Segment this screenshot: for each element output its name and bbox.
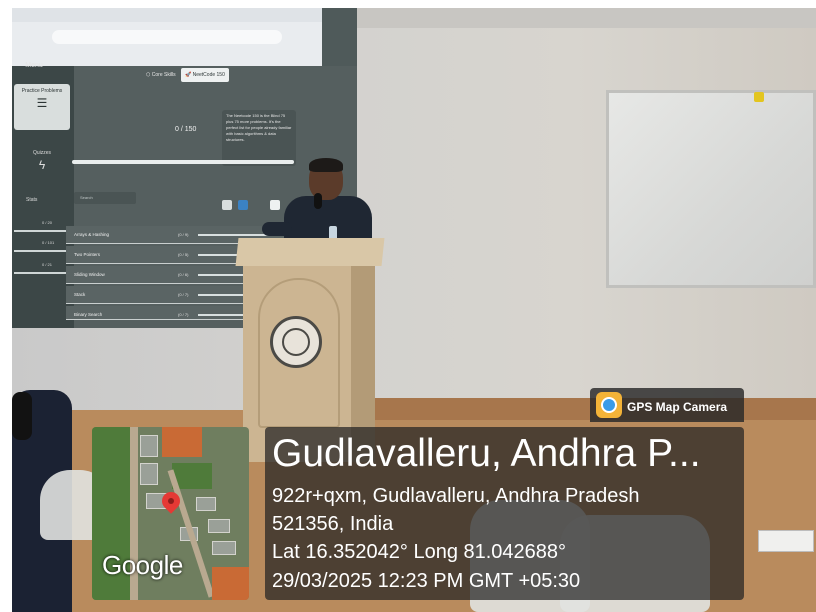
topic-name: Binary Search	[74, 312, 103, 317]
browser-tab-strip	[12, 8, 322, 22]
stat-count: 0 / 20	[42, 220, 53, 225]
place-title: Gudlavalleru, Andhra P...	[272, 432, 701, 475]
tab-label: Core Skills	[151, 72, 176, 78]
screen-menu-title: Menu	[25, 62, 43, 69]
list-icon: ☰	[36, 96, 48, 110]
screen-info-box: The Neetcode 150 is the Blind 75 plus 75…	[222, 110, 296, 166]
topic-count: (0 / 7)	[178, 292, 189, 297]
image-border-top	[0, 0, 816, 8]
address-line: 922r+qxm, Gudlavalleru, Andhra Pradesh	[272, 485, 640, 507]
tab-label: NeetCode 150	[192, 72, 225, 78]
topic-name: Stack	[74, 292, 86, 297]
topic-name: Two Pointers	[74, 252, 101, 257]
whiteboard-clip	[754, 92, 764, 102]
whiteboard	[606, 90, 816, 288]
topic-count: (0 / 7)	[178, 312, 189, 317]
wall-socket	[758, 530, 814, 552]
stat-bar	[14, 230, 68, 232]
speaker-arm	[262, 222, 292, 236]
datetime: 29/03/2025 12:23 PM GMT +05:30	[272, 570, 581, 592]
topic-name: Arrays & Hashing	[74, 232, 110, 237]
rocket-icon: 🚀	[185, 72, 193, 78]
screen-tool-button	[238, 200, 248, 210]
topic-count: (0 / 6)	[178, 272, 189, 277]
screen-search-input: Search	[74, 192, 136, 204]
address-line: 521356, India	[272, 513, 394, 535]
topic-name: Sliding Window	[74, 272, 105, 277]
topic-count: (0 / 9)	[178, 232, 189, 237]
speaker-hair	[309, 158, 343, 172]
screen-stats-label: Stats	[26, 197, 38, 203]
image-border-left	[0, 0, 12, 612]
gps-camera-icon-lens	[601, 397, 617, 413]
ceiling-shadow	[330, 8, 816, 28]
stat-bar	[14, 250, 68, 252]
map-pin-dot	[168, 498, 174, 504]
sidebar-item-label: Practice Problems	[21, 88, 63, 94]
tab-core-skills: ⬡ Core Skills	[142, 68, 180, 82]
college-emblem-inner	[282, 328, 310, 356]
wall-wood-band	[350, 398, 816, 420]
topic-count: (0 / 5)	[178, 252, 189, 257]
screen-progress-track	[72, 160, 294, 164]
screen-help-button	[270, 200, 280, 210]
audience-head	[12, 392, 32, 440]
sidebar-item-label: Quizzes	[32, 150, 52, 156]
microphone	[314, 193, 322, 209]
stat-bar	[14, 272, 68, 274]
map-provider-logo: Google	[102, 550, 183, 580]
stat-count: 0 / 21	[42, 262, 53, 267]
browser-address-bar	[52, 30, 282, 44]
gps-app-name: GPS Map Camera	[627, 400, 728, 414]
sidebar-item-practice-problems: Practice Problems ☰	[14, 84, 70, 130]
podium-top	[235, 238, 385, 266]
screen-progress-label: 0 / 150	[175, 126, 197, 133]
tab-neetcode-150: 🚀 NeetCode 150	[181, 68, 229, 82]
stat-count: 0 / 101	[42, 240, 55, 245]
sidebar-item-quizzes: Quizzes ϟ	[14, 146, 70, 186]
screen-tool-button	[222, 200, 232, 210]
lightning-icon: ϟ	[38, 158, 46, 172]
coordinates: Lat 16.352042° Long 81.042688°	[272, 541, 567, 563]
photo: Menu Practice Problems ☰ Quizzes ϟ Stats…	[0, 0, 816, 612]
